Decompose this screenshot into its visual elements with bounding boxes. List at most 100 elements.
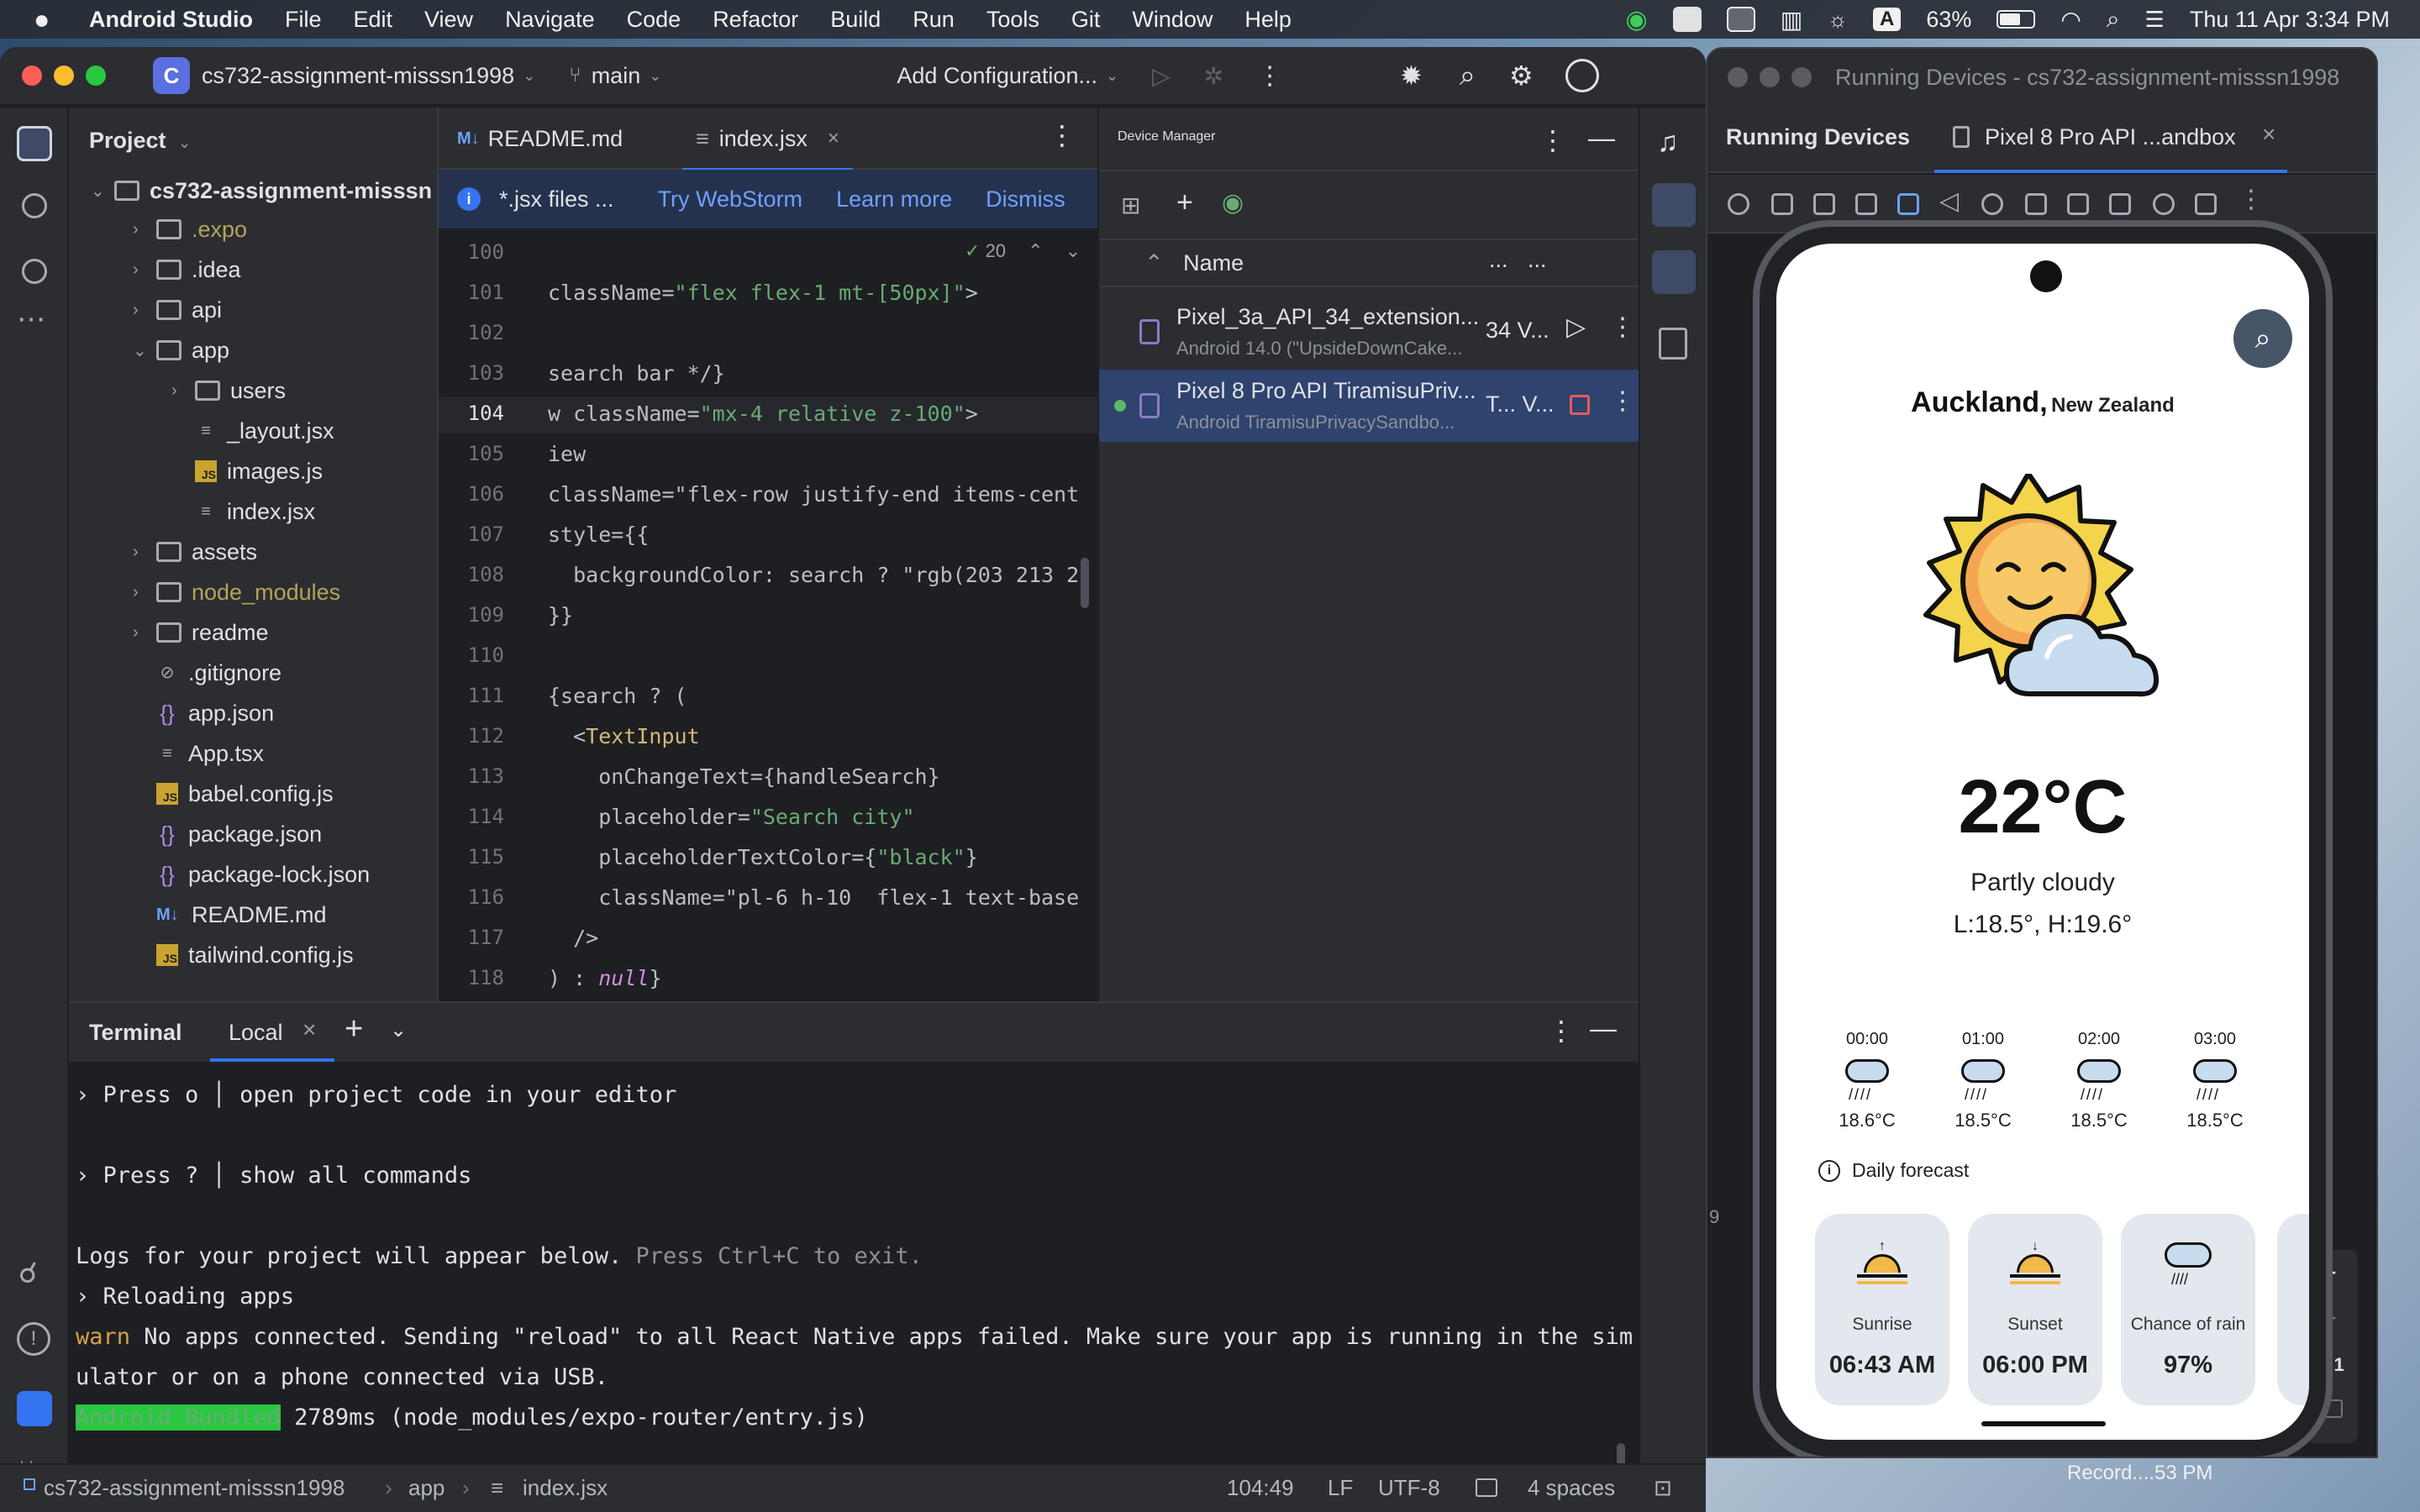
rotate-right-icon[interactable] bbox=[1897, 193, 1919, 215]
indent-setting[interactable]: 4 spaces bbox=[1528, 1475, 1615, 1501]
learn-more-link[interactable]: Learn more bbox=[836, 186, 952, 213]
code-line[interactable]: placeholder="Search city" bbox=[548, 805, 1094, 829]
reset-icon[interactable] bbox=[2153, 193, 2175, 215]
device-tab[interactable]: Pixel 8 Pro API ...andbox bbox=[1985, 124, 2236, 150]
line-separator[interactable]: LF bbox=[1328, 1475, 1353, 1501]
more-vertical-icon[interactable]: ⋮ bbox=[1539, 124, 1566, 156]
bug-app-icon[interactable]: ✹ bbox=[1400, 60, 1423, 92]
run-icon[interactable]: ▷ bbox=[1152, 62, 1171, 90]
tab-local[interactable]: Local bbox=[229, 1020, 283, 1046]
device-manager-tool-icon[interactable] bbox=[1652, 183, 1696, 227]
tree-item[interactable]: ≡ App.tsx bbox=[133, 734, 264, 773]
wifi-pairing-icon[interactable]: ◉ bbox=[1222, 188, 1244, 218]
chevron-right-icon[interactable]: › bbox=[133, 623, 156, 643]
code-line[interactable]: onChangeText={handleSearch} bbox=[548, 764, 1094, 789]
device-row[interactable]: Pixel_3a_API_34_extension... Android 14.… bbox=[1099, 296, 1640, 368]
tree-item[interactable]: {} app.json bbox=[133, 694, 274, 732]
hourly-item[interactable]: 02:00 //// 18.5°C bbox=[2049, 1030, 2149, 1131]
minimize-panel-icon[interactable]: — bbox=[1590, 1013, 1617, 1044]
chevron-down-icon[interactable]: ⌄ bbox=[649, 67, 661, 85]
code-line[interactable]: w className="mx-4 relative z-100"> bbox=[548, 402, 1094, 426]
status-app-icon[interactable] bbox=[1672, 7, 1702, 32]
code-line[interactable]: backgroundColor: search ? "rgb(203 213 2 bbox=[548, 563, 1094, 587]
close-window-button[interactable] bbox=[1728, 67, 1748, 87]
spotlight-search-icon[interactable]: ⌕ bbox=[2107, 6, 2120, 34]
settings-gear-icon[interactable]: ⚙ bbox=[1509, 60, 1534, 92]
home-indicator[interactable] bbox=[1981, 1421, 2106, 1426]
more-tools-icon[interactable]: ⋯ bbox=[17, 302, 45, 336]
menu-file[interactable]: File bbox=[285, 7, 322, 33]
run-configuration-select[interactable]: Add Configuration... bbox=[897, 63, 1097, 89]
tree-item[interactable]: › api bbox=[133, 291, 222, 329]
name-column-header[interactable]: ⌃ Name bbox=[1144, 250, 1244, 276]
dismiss-link[interactable]: Dismiss bbox=[986, 186, 1065, 213]
menu-help[interactable]: Help bbox=[1244, 7, 1292, 33]
project-badge[interactable]: C bbox=[153, 57, 190, 94]
window-tile-icon[interactable]: ▥ bbox=[1781, 6, 1802, 34]
menu-view[interactable]: View bbox=[424, 7, 473, 33]
notion-icon[interactable] bbox=[1726, 7, 1755, 32]
account-icon[interactable] bbox=[1565, 59, 1599, 92]
menu-window[interactable]: Window bbox=[1132, 7, 1213, 33]
chevron-down-icon[interactable]: ⌄ bbox=[523, 67, 535, 85]
minimize-panel-icon[interactable]: — bbox=[1588, 123, 1615, 154]
add-device-icon[interactable]: + bbox=[1176, 186, 1193, 219]
back-icon[interactable]: ◁ bbox=[1939, 186, 1959, 216]
battery-percent[interactable]: 63% bbox=[1926, 7, 1971, 33]
more-vertical-icon[interactable]: ⋮ bbox=[1610, 312, 1635, 342]
volume-up-icon[interactable] bbox=[1771, 193, 1793, 215]
column-more-1[interactable]: ... bbox=[1489, 247, 1508, 273]
chevron-up-icon[interactable]: ⌃ bbox=[1028, 240, 1043, 261]
more-vertical-icon[interactable]: ⋮ bbox=[1548, 1015, 1575, 1047]
chevron-right-icon[interactable]: › bbox=[133, 220, 156, 239]
code-line[interactable]: iew bbox=[548, 442, 1094, 466]
breadcrumb-file[interactable]: index.jsx bbox=[523, 1475, 608, 1501]
breadcrumb-app[interactable]: app bbox=[408, 1475, 445, 1501]
close-tab-icon[interactable]: × bbox=[2262, 121, 2275, 148]
menu-navigate[interactable]: Navigate bbox=[505, 7, 595, 33]
tree-item[interactable]: › readme bbox=[133, 613, 269, 652]
code-line[interactable]: /> bbox=[548, 926, 1094, 950]
rotate-left-icon[interactable] bbox=[1855, 193, 1877, 215]
tree-item[interactable]: › node_modules bbox=[133, 573, 340, 612]
more-vertical-icon[interactable]: ⋮ bbox=[1049, 119, 1076, 151]
code-line[interactable]: className="pl-6 h-10 flex-1 text-base bbox=[548, 885, 1094, 910]
daily-card[interactable]: //// Chance of rain 97% bbox=[2121, 1214, 2255, 1405]
close-tab-icon[interactable]: × bbox=[302, 1016, 316, 1043]
chevron-right-icon[interactable]: › bbox=[133, 583, 156, 602]
tree-item[interactable]: ⌄ app bbox=[133, 331, 229, 370]
menu-refactor[interactable]: Refactor bbox=[713, 7, 798, 33]
wifi-icon[interactable]: ◠ bbox=[2060, 6, 2081, 34]
extended-controls-icon[interactable] bbox=[2195, 193, 2217, 215]
commit-tool-icon[interactable] bbox=[22, 193, 47, 218]
battery-icon[interactable] bbox=[1996, 10, 2036, 29]
menu-run[interactable]: Run bbox=[913, 7, 955, 33]
zoom-window-button[interactable] bbox=[86, 66, 106, 86]
minimize-window-button[interactable] bbox=[54, 66, 74, 86]
tree-item[interactable]: ≡ _layout.jsx bbox=[171, 412, 334, 450]
notifications-bell-icon[interactable]: ♫ bbox=[1657, 126, 1679, 159]
recording-label[interactable]: Record....53 PM bbox=[2067, 1462, 2212, 1485]
device-row[interactable]: Pixel 8 Pro API TiramisuPriv... Android … bbox=[1099, 370, 1640, 442]
tree-item[interactable]: JS images.js bbox=[171, 452, 323, 491]
more-vertical-icon[interactable]: ⋮ bbox=[2238, 185, 2264, 214]
power-icon[interactable] bbox=[1728, 193, 1749, 215]
code-line[interactable]: }} bbox=[548, 603, 1094, 627]
tree-item[interactable]: › .expo bbox=[133, 210, 247, 249]
tab-readme[interactable]: M↓ README.md bbox=[457, 108, 623, 170]
code-line[interactable]: {search ? ( bbox=[548, 684, 1094, 708]
daily-card[interactable]: ↓ Sunset 06:00 PM bbox=[1968, 1214, 2102, 1405]
logcat-cat-icon[interactable]: ☌ bbox=[18, 1257, 38, 1290]
code-line[interactable]: ) : null} bbox=[548, 966, 1094, 990]
tree-root[interactable]: ⌄ cs732-assignment-misssn bbox=[91, 171, 432, 210]
debug-icon[interactable]: ✲ bbox=[1204, 62, 1223, 90]
menu-tools[interactable]: Tools bbox=[986, 7, 1039, 33]
hourly-item[interactable]: 00:00 //// 18.6°C bbox=[1817, 1030, 1918, 1131]
search-icon[interactable]: ⌕ bbox=[1460, 60, 1476, 92]
menu-build[interactable]: Build bbox=[830, 7, 881, 33]
stop-device-icon[interactable] bbox=[1570, 395, 1590, 415]
project-panel-header[interactable]: Project ⌄ bbox=[89, 128, 191, 154]
menu-app-name[interactable]: Android Studio bbox=[89, 7, 253, 33]
daily-card[interactable]: ↑ Sunrise 06:43 AM bbox=[1815, 1214, 1949, 1405]
tree-item[interactable]: JS tailwind.config.js bbox=[133, 936, 354, 974]
